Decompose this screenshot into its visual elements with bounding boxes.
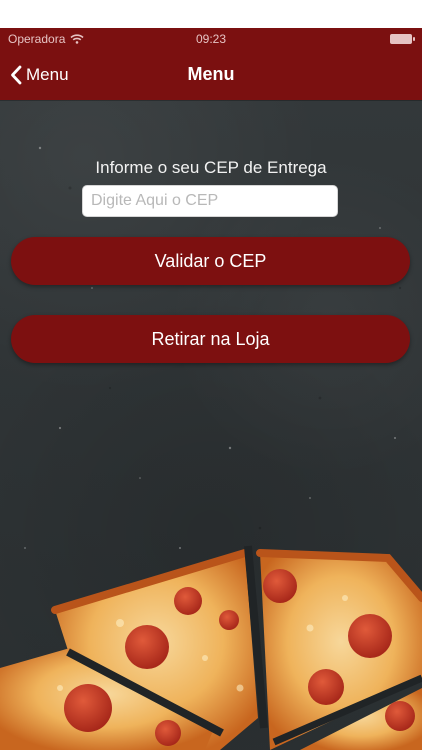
app-screen: Operadora 09:23 Menu Menu Informe o seu … xyxy=(0,28,422,750)
navigation-bar: Menu Menu xyxy=(0,50,422,100)
status-time: 09:23 xyxy=(195,32,227,46)
battery-icon xyxy=(390,34,415,44)
page-title: Menu xyxy=(187,64,235,84)
pizza-image xyxy=(0,545,422,750)
store-pickup-button[interactable]: Retirar na Loja xyxy=(11,315,410,363)
cep-label: Informe o seu CEP de Entrega xyxy=(95,158,327,177)
cep-input[interactable] xyxy=(82,185,338,217)
status-bar: Operadora 09:23 xyxy=(0,28,422,50)
validate-cep-button[interactable]: Validar o CEP xyxy=(11,237,410,285)
top-blank-area xyxy=(0,0,422,28)
